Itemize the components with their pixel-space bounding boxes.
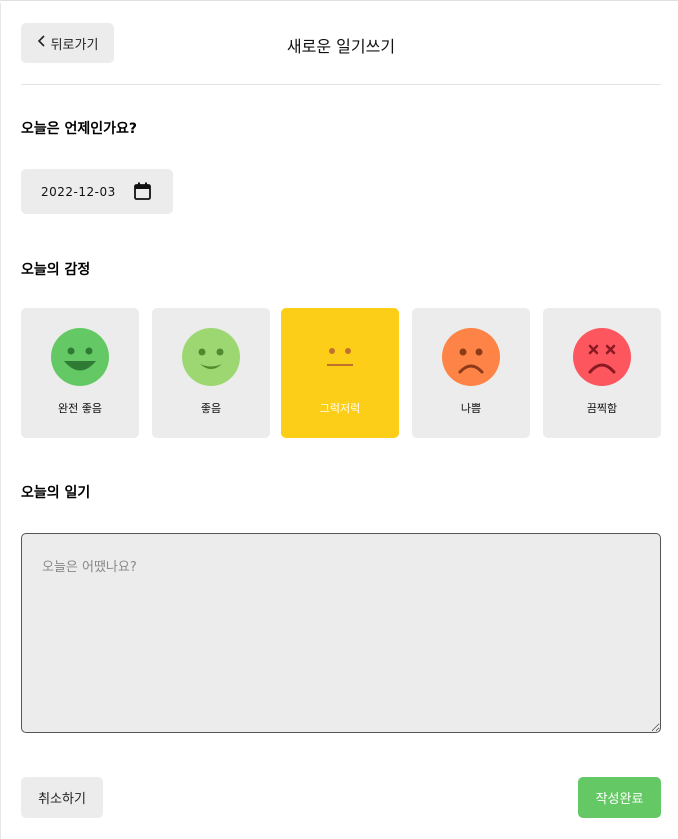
date-value: 2022-12-03 <box>41 184 116 199</box>
emotion-section-title: 오늘의 감정 <box>21 262 91 278</box>
top-border <box>0 0 678 3</box>
page-title: 새로운 일기쓰기 <box>286 37 396 56</box>
emotion-label: 그럭저럭 <box>319 402 361 415</box>
date-input[interactable]: 2022-12-03 <box>21 169 173 214</box>
emotion-item-good[interactable]: 좋음 <box>152 308 270 438</box>
calendar-icon[interactable] <box>134 182 151 200</box>
emotion-label: 완전 좋음 <box>58 402 102 415</box>
very-happy-face-icon <box>51 328 109 386</box>
emotion-label: 끔찍함 <box>586 402 618 415</box>
emotion-item-bad[interactable]: 나쁨 <box>412 308 530 438</box>
header: 뒤로가기 새로운 일기쓰기 <box>21 23 661 85</box>
emotion-label: 나쁨 <box>460 402 482 415</box>
diary-section-title: 오늘의 일기 <box>21 485 91 501</box>
emotion-list: 완전 좋음 좋음 그럭저럭 나쁨 끔찍함 <box>21 308 661 438</box>
left-border <box>0 3 1 839</box>
dizzy-face-icon <box>573 328 631 386</box>
emotion-item-soso[interactable]: 그럭저럭 <box>281 308 399 438</box>
sad-face-icon <box>442 328 500 386</box>
emotion-label: 좋음 <box>200 402 222 415</box>
emotion-item-terrible[interactable]: 끔찍함 <box>543 308 661 438</box>
emotion-item-great[interactable]: 완전 좋음 <box>21 308 139 438</box>
cancel-button[interactable]: 취소하기 <box>21 777 103 818</box>
diary-textarea[interactable] <box>21 533 661 733</box>
date-section-title: 오늘은 언제인가요? <box>21 121 138 137</box>
submit-button[interactable]: 작성완료 <box>578 777 661 818</box>
neutral-face-icon <box>311 328 369 386</box>
happy-face-icon <box>182 328 240 386</box>
